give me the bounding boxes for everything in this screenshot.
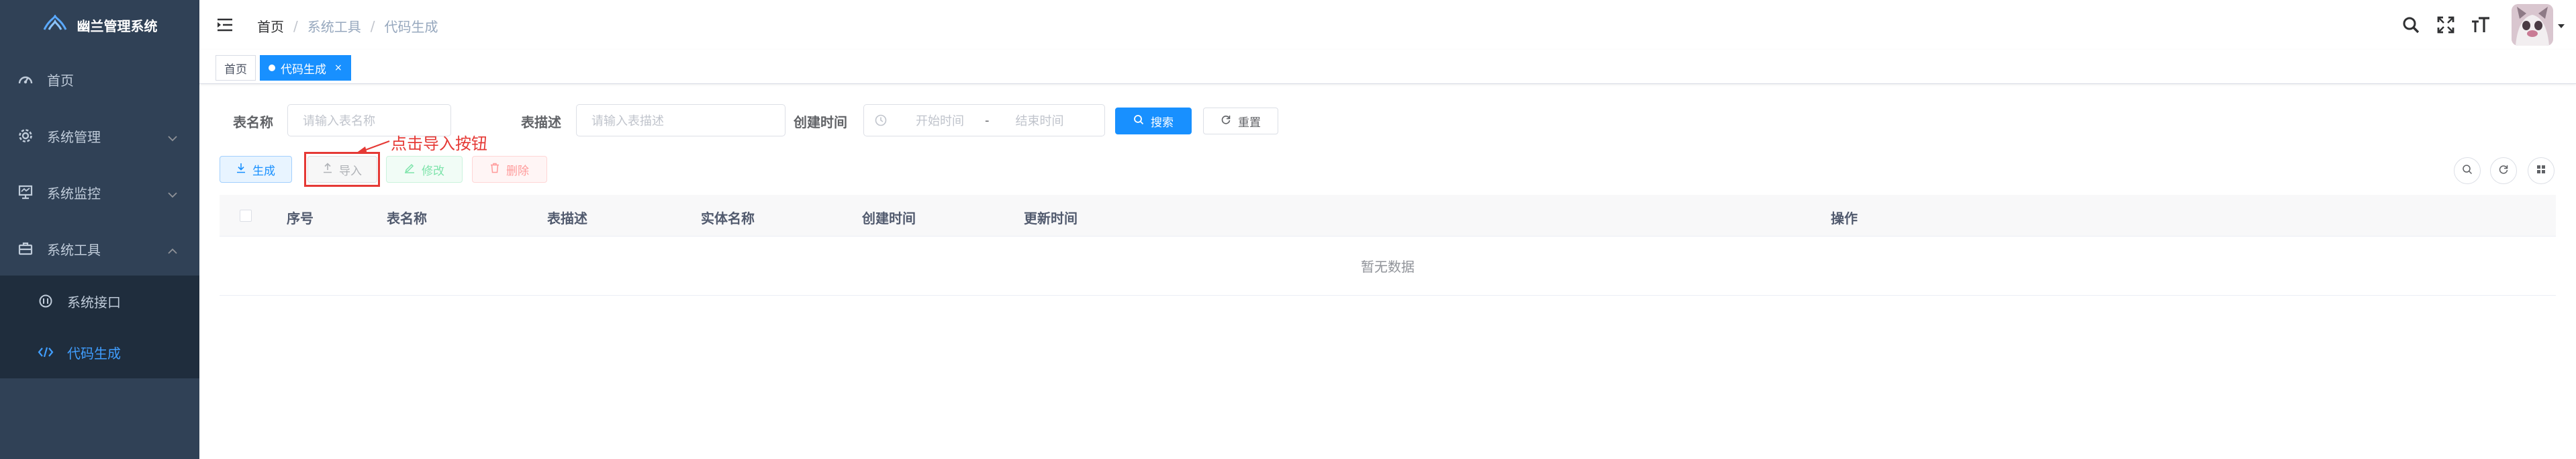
column-header-index: 序号 — [287, 210, 314, 226]
sidebar: 幽兰管理系统 首页 系统管理 系统监控 系统工具 系统接口 代码生成 — [0, 0, 199, 459]
column-header-actions: 操作 — [1831, 210, 1858, 226]
search-button-label: 搜索 — [1151, 116, 1174, 130]
sidebar-item-system-api[interactable]: 系统接口 — [0, 276, 199, 327]
empty-text: 暂无数据 — [1361, 259, 1415, 275]
tag-code-generation[interactable]: 代码生成 × — [260, 55, 351, 81]
app-logo[interactable]: 幽兰管理系统 — [0, 0, 199, 50]
sidebar-item-label: 首页 — [47, 72, 74, 89]
tag-home[interactable]: 首页 — [216, 55, 256, 81]
breadcrumb-code-generation: 代码生成 — [384, 19, 438, 35]
search-button[interactable]: 搜索 — [1115, 108, 1192, 134]
column-header-table-desc: 表描述 — [547, 210, 587, 226]
table-desc-input[interactable]: 请输入表描述 — [576, 104, 785, 136]
column-header-updated-time: 更新时间 — [1024, 210, 1078, 226]
font-size-icon[interactable] — [2463, 16, 2498, 34]
table-name-label: 表名称 — [233, 114, 273, 130]
toggle-search-button[interactable] — [2454, 157, 2481, 184]
sidebar-item-label: 系统工具 — [47, 241, 101, 258]
delete-button[interactable]: 删除 — [472, 156, 547, 183]
select-all-checkbox[interactable] — [240, 210, 252, 222]
sidebar-item-code-generation[interactable]: 代码生成 — [0, 327, 199, 378]
columns-button[interactable] — [2528, 157, 2555, 184]
sidebar-item-system-monitor[interactable]: 系统监控 — [0, 164, 199, 220]
sidebar-item-system-tools[interactable]: 系统工具 — [0, 220, 199, 277]
app-title: 幽兰管理系统 — [77, 17, 158, 34]
table-desc-label: 表描述 — [521, 114, 561, 130]
tag-dot — [269, 65, 275, 71]
monitor-icon — [17, 185, 34, 200]
range-separator: - — [985, 113, 990, 128]
generate-button[interactable]: 生成 — [220, 156, 292, 183]
download-icon — [236, 163, 246, 177]
sidebar-item-label: 系统接口 — [67, 294, 121, 310]
logo-icon — [42, 13, 68, 35]
tag-label: 首页 — [224, 62, 247, 77]
table-empty: 暂无数据 — [220, 237, 2556, 296]
refresh-button[interactable] — [2490, 157, 2517, 184]
tool-icon — [17, 242, 34, 255]
breadcrumb-system-tools: 系统工具 — [307, 19, 361, 35]
code-icon — [38, 345, 54, 359]
navbar-right — [2393, 0, 2576, 50]
avatar[interactable] — [2512, 4, 2553, 46]
import-highlight-box — [304, 152, 380, 187]
edit-button-label: 修改 — [422, 164, 444, 178]
reset-button[interactable]: 重置 — [1203, 108, 1278, 134]
system-icon — [17, 128, 34, 143]
api-icon — [38, 294, 54, 308]
search-icon — [2462, 164, 2473, 177]
breadcrumb-home[interactable]: 首页 — [257, 16, 284, 36]
sidebar-item-label: 代码生成 — [67, 345, 121, 362]
breadcrumb-separator: / — [293, 17, 298, 34]
search-icon — [1133, 114, 1144, 128]
created-time-label: 创建时间 — [794, 114, 847, 130]
chevron-down-icon — [167, 185, 178, 202]
tag-label: 代码生成 — [281, 62, 326, 77]
end-time-input[interactable]: 结束时间 — [1008, 112, 1071, 129]
hamburger-icon[interactable] — [216, 17, 234, 36]
column-header-created-time: 创建时间 — [862, 210, 916, 226]
sidebar-item-system-management[interactable]: 系统管理 — [0, 108, 199, 164]
table-desc-placeholder: 请输入表描述 — [591, 114, 664, 128]
breadcrumb-separator: / — [370, 17, 375, 34]
date-range-picker[interactable]: 开始时间 - 结束时间 — [863, 104, 1105, 136]
search-icon[interactable] — [2393, 15, 2428, 34]
reset-button-label: 重置 — [1238, 116, 1261, 130]
annotation-arrow-icon — [356, 140, 390, 154]
chevron-up-icon — [167, 242, 178, 258]
sidebar-item-home[interactable]: 首页 — [0, 51, 199, 108]
refresh-icon — [2498, 164, 2509, 177]
fullscreen-icon[interactable] — [2428, 15, 2463, 34]
delete-icon — [490, 163, 499, 177]
column-header-table-name: 表名称 — [387, 210, 427, 226]
close-icon[interactable]: × — [334, 62, 342, 73]
tags-view: 首页 代码生成 × — [199, 50, 2576, 84]
chevron-down-icon — [167, 129, 178, 145]
clock-icon — [875, 114, 887, 126]
table-name-placeholder: 请输入表名称 — [303, 114, 375, 128]
dashboard-icon — [17, 73, 34, 86]
start-time-input[interactable]: 开始时间 — [908, 112, 971, 129]
sidebar-item-label: 系统监控 — [47, 185, 101, 202]
navbar: 首页 / 系统工具 / 代码生成 — [199, 0, 2576, 50]
edit-button[interactable]: 修改 — [386, 156, 463, 183]
table-header: 序号 表名称 表描述 实体名称 创建时间 更新时间 操作 — [220, 195, 2556, 237]
sidebar-item-label: 系统管理 — [47, 128, 101, 145]
caret-down-icon[interactable] — [2557, 19, 2565, 32]
grid-icon — [2536, 164, 2546, 177]
generate-button-label: 生成 — [252, 164, 275, 178]
column-header-entity-name: 实体名称 — [701, 210, 755, 226]
delete-button-label: 删除 — [506, 164, 529, 178]
annotation-text: 点击导入按钮 — [391, 134, 487, 153]
breadcrumb: 首页 / 系统工具 / 代码生成 — [257, 16, 438, 36]
refresh-icon — [1221, 114, 1231, 128]
edit-icon — [404, 163, 415, 177]
